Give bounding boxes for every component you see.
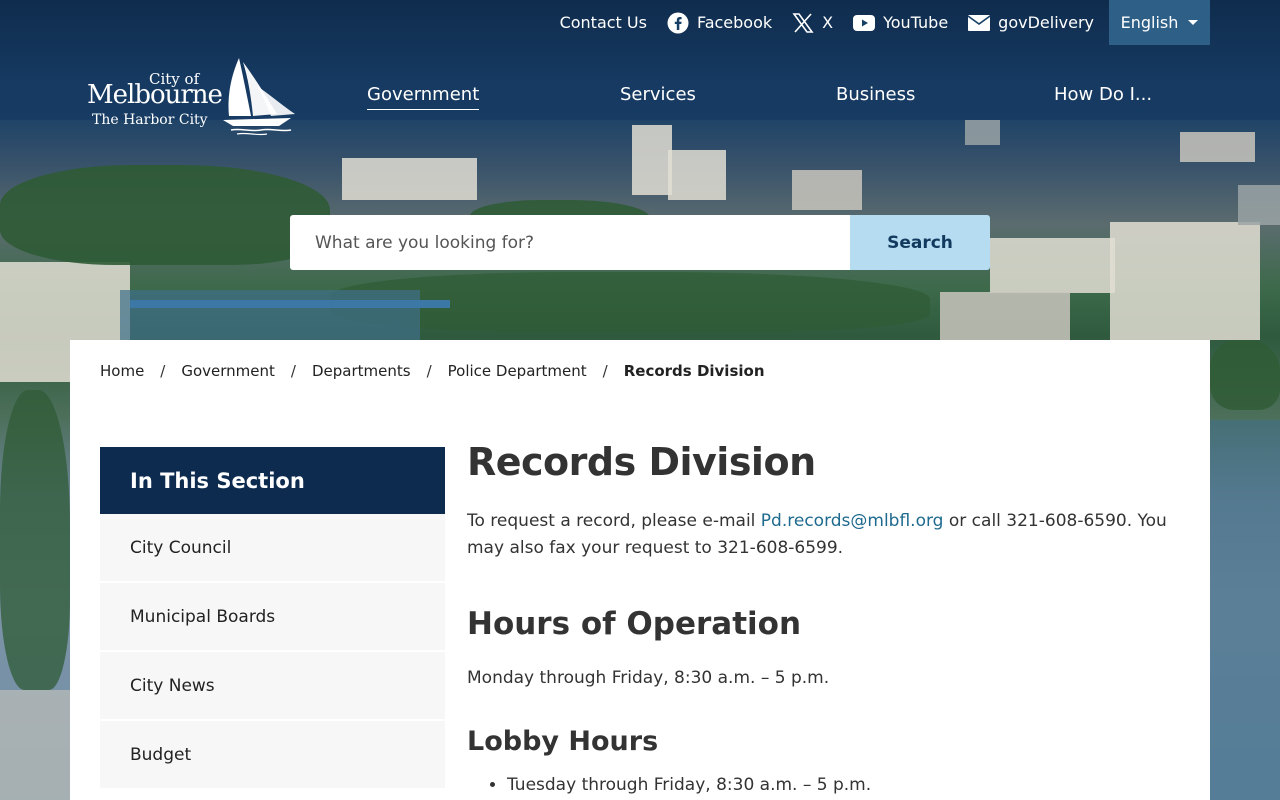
x-label: X: [822, 13, 834, 32]
tree-cluster: [0, 390, 70, 690]
breadcrumb-separator: /: [602, 362, 608, 380]
main-content: Records Division To request a record, pl…: [467, 440, 1187, 795]
sidebar-heading: In This Section: [100, 447, 445, 514]
tree-cluster: [1210, 340, 1280, 410]
nav-business[interactable]: Business: [836, 84, 915, 109]
youtube-link[interactable]: YouTube: [853, 12, 948, 34]
logo-line-harbor-city: The Harbor City: [92, 112, 208, 128]
intro-text-before: To request a record, please e-mail: [467, 511, 761, 531]
marina-water: [1210, 420, 1280, 800]
content-panel: Home / Government / Departments / Police…: [70, 340, 1210, 800]
skyline-building: [342, 158, 477, 200]
govdelivery-link[interactable]: govDelivery: [968, 12, 1094, 34]
facebook-label: Facebook: [696, 13, 773, 32]
breadcrumb-records-division: Records Division: [623, 362, 765, 380]
sidebar-item-city-news[interactable]: City News: [100, 652, 445, 721]
facebook-icon: [667, 12, 689, 34]
caret-down-icon: [1188, 20, 1199, 25]
nav-services[interactable]: Services: [620, 84, 696, 109]
skyline-building: [965, 120, 1000, 145]
skyline-building: [0, 690, 70, 800]
search-button[interactable]: Search: [850, 215, 990, 270]
tree-cluster: [0, 165, 330, 265]
skyline-building: [990, 238, 1115, 293]
skyline-building: [632, 125, 672, 195]
envelope-icon: [968, 12, 991, 34]
breadcrumb-government[interactable]: Government: [181, 362, 275, 380]
sidebar-item-city-council[interactable]: City Council: [100, 514, 445, 583]
site-search: Search: [290, 215, 990, 270]
utility-bar: Contact Us Facebook X YouTube govDeliver…: [560, 0, 1210, 45]
sailboat-icon: [223, 58, 295, 136]
skyline-building: [1180, 132, 1255, 162]
breadcrumb: Home / Government / Departments / Police…: [100, 362, 765, 380]
list-item: Tuesday through Friday, 8:30 a.m. – 5 p.…: [507, 775, 1187, 795]
youtube-label: YouTube: [883, 13, 949, 32]
hours-text: Monday through Friday, 8:30 a.m. – 5 p.m…: [467, 668, 830, 688]
logo-line-melbourne: Melbourne: [87, 80, 223, 110]
breadcrumb-police-department[interactable]: Police Department: [448, 362, 587, 380]
main-navigation: Government Services Business How Do I...: [367, 84, 1167, 110]
nav-government[interactable]: Government: [367, 84, 480, 110]
hours-heading: Hours of Operation: [467, 606, 802, 642]
skyline-building: [1110, 222, 1260, 340]
intro-paragraph: To request a record, please e-mail Pd.re…: [467, 508, 1187, 562]
sidebar-item-budget[interactable]: Budget: [100, 721, 445, 790]
language-label: English: [1120, 13, 1179, 32]
x-icon: [792, 12, 814, 34]
river: [120, 290, 420, 340]
section-sidebar: In This Section City Council Municipal B…: [100, 447, 445, 790]
breadcrumb-home[interactable]: Home: [100, 362, 144, 380]
language-select[interactable]: English: [1109, 0, 1210, 45]
nav-how-do-i[interactable]: How Do I...: [1054, 84, 1152, 109]
contact-us-label: Contact Us: [559, 13, 647, 32]
skyline-building: [668, 150, 726, 200]
breadcrumb-separator: /: [426, 362, 432, 380]
skyline-building: [940, 292, 1070, 340]
contact-us-link[interactable]: Contact Us: [560, 13, 647, 32]
skyline-building: [792, 170, 862, 210]
skyline-building: [1238, 185, 1280, 225]
breadcrumb-departments[interactable]: Departments: [312, 362, 411, 380]
govdelivery-label: govDelivery: [998, 13, 1094, 32]
search-input[interactable]: [290, 215, 850, 270]
bridge: [130, 300, 450, 308]
breadcrumb-separator: /: [290, 362, 296, 380]
records-email-link[interactable]: Pd.records@mlbfl.org: [761, 511, 944, 531]
sidebar-item-municipal-boards[interactable]: Municipal Boards: [100, 583, 445, 652]
lobby-hours-list: Tuesday through Friday, 8:30 a.m. – 5 p.…: [489, 775, 1187, 795]
x-link[interactable]: X: [792, 12, 833, 34]
youtube-icon: [853, 12, 876, 34]
page-title: Records Division: [467, 440, 816, 484]
facebook-link[interactable]: Facebook: [667, 12, 772, 34]
lobby-heading: Lobby Hours: [467, 726, 659, 757]
city-logo[interactable]: City of Melbourne The Harbor City: [85, 56, 297, 136]
breadcrumb-separator: /: [160, 362, 166, 380]
